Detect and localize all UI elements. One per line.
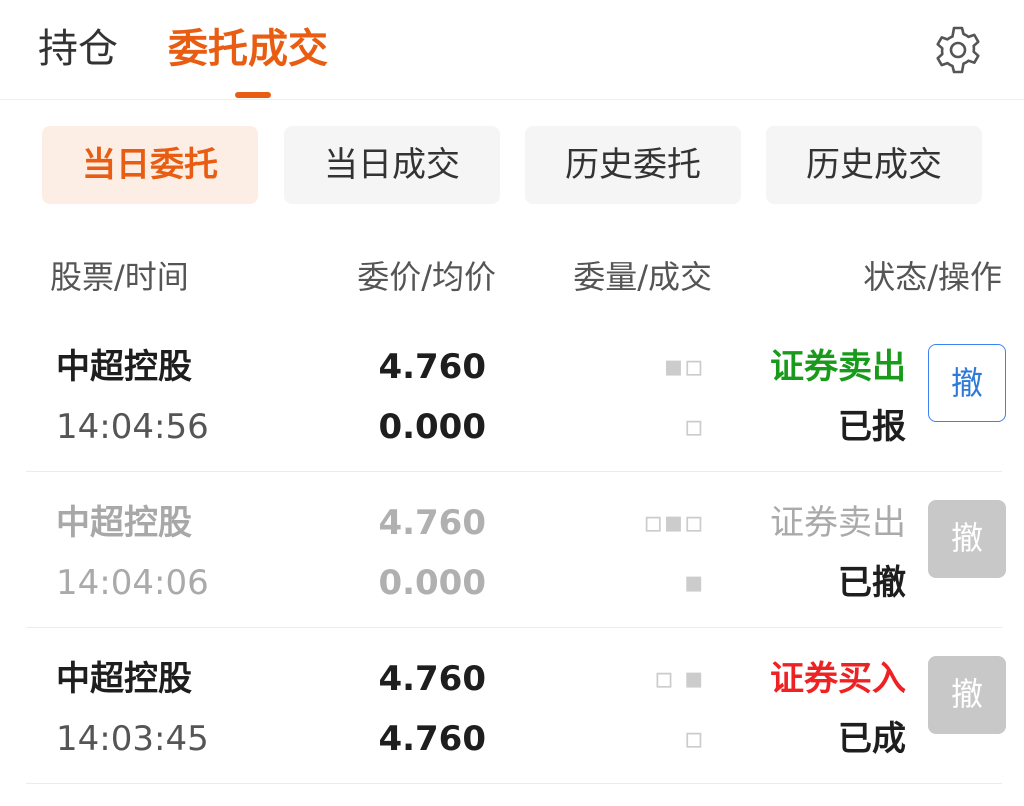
order-status: 已撤: [838, 563, 906, 603]
gear-icon[interactable]: [932, 24, 984, 76]
filled-quantity-redacted: ▫: [683, 721, 704, 756]
filled-quantity-redacted: ▪: [683, 565, 704, 600]
order-time: 14:04:56: [56, 407, 209, 447]
active-tab-indicator: [235, 92, 271, 98]
cancel-order-button[interactable]: 撤: [928, 500, 1006, 578]
subtab-today-orders[interactable]: 当日委托: [42, 126, 258, 204]
average-price: 0.000: [378, 563, 486, 603]
order-time: 14:03:45: [56, 719, 209, 759]
order-price: 4.760: [378, 659, 486, 699]
orders-screen: 持仓 委托成交 当日委托 当日成交 历史委托 历史成交 股票/时间 委价/均价 …: [0, 0, 1024, 806]
order-quantity-redacted: ▪▫: [663, 349, 704, 384]
order-price: 4.760: [378, 347, 486, 387]
column-header-status-action: 状态/操作: [863, 258, 1002, 296]
top-tab-bar: 持仓 委托成交: [0, 0, 1024, 100]
average-price: 4.760: [378, 719, 486, 759]
tab-orders-trades[interactable]: 委托成交: [168, 24, 328, 74]
subtab-today-trades[interactable]: 当日成交: [284, 126, 500, 204]
order-quantity-redacted: ▫ ▪: [653, 661, 704, 696]
filled-quantity-redacted: ▫: [683, 409, 704, 444]
order-side: 证券卖出: [770, 347, 906, 387]
tab-positions[interactable]: 持仓: [38, 24, 118, 74]
order-price: 4.760: [378, 503, 486, 543]
stock-name: 中超控股: [56, 503, 192, 543]
order-row[interactable]: 中超控股 14:04:56 4.760 0.000 ▪▫ ▫ 证券卖出 已报 撤: [0, 316, 1024, 472]
cancel-order-button[interactable]: 撤: [928, 656, 1006, 734]
order-status: 已成: [838, 719, 906, 759]
stock-name: 中超控股: [56, 347, 192, 387]
order-time: 14:04:06: [56, 563, 209, 603]
column-header-stock-time: 股票/时间: [50, 258, 189, 296]
order-quantity-redacted: ▫▪▫: [643, 505, 704, 540]
column-header-price-avg: 委价/均价: [357, 258, 496, 296]
stock-name: 中超控股: [56, 659, 192, 699]
order-side: 证券买入: [770, 659, 906, 699]
subtab-history-orders[interactable]: 历史委托: [525, 126, 741, 204]
order-side: 证券卖出: [770, 503, 906, 543]
column-header-qty-filled: 委量/成交: [573, 258, 712, 296]
cancel-order-button[interactable]: 撤: [928, 344, 1006, 422]
order-row[interactable]: 中超控股 14:03:45 4.760 4.760 ▫ ▪ ▫ 证券买入 已成 …: [0, 628, 1024, 784]
average-price: 0.000: [378, 407, 486, 447]
row-divider: [26, 783, 1002, 784]
order-status: 已报: [838, 407, 906, 447]
order-row[interactable]: 中超控股 14:04:06 4.760 0.000 ▫▪▫ ▪ 证券卖出 已撤 …: [0, 472, 1024, 628]
subtab-history-trades[interactable]: 历史成交: [766, 126, 982, 204]
